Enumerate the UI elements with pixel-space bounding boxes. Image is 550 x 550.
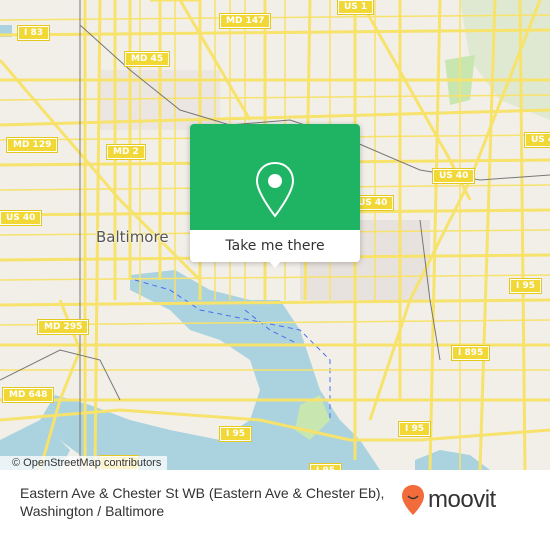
route-shield: US 40 [431, 168, 476, 184]
route-shield: I 95 [218, 426, 253, 442]
route-shield: US 40 [0, 210, 43, 226]
route-shield: I 895 [450, 345, 491, 361]
footer: Eastern Ave & Chester St WB (Eastern Ave… [0, 470, 550, 550]
stop-name: Eastern Ave & Chester St WB (Eastern Ave… [20, 485, 385, 519]
map[interactable]: I 83 MD 147 US 1 MD 45 MD 129 MD 2 US 40… [0, 0, 550, 470]
route-shield: MD 648 [1, 387, 55, 403]
route-shield: I 83 [16, 25, 51, 41]
route-shield: I 95 [397, 421, 432, 437]
route-shield: US 40 [523, 132, 550, 148]
location-popup: Take me there [190, 124, 360, 262]
route-shield: MD 2 [106, 144, 146, 160]
map-attribution[interactable]: © OpenStreetMap contributors [0, 456, 168, 470]
city-label: Baltimore [96, 228, 169, 246]
popup-pointer [268, 260, 282, 268]
route-shield: MD 295 [36, 319, 90, 335]
moovit-pin-icon [402, 485, 424, 515]
route-shield: MD 147 [218, 13, 272, 29]
route-shield: I 95 [508, 278, 543, 294]
brand-name: moovit [428, 486, 496, 513]
route-shield: MD 45 [123, 51, 171, 67]
take-me-there-button[interactable]: Take me there [190, 230, 360, 262]
location-pin-icon [255, 161, 295, 218]
popup-header [190, 124, 360, 230]
route-shield: US 1 [336, 0, 375, 15]
moovit-logo: moovit [400, 480, 496, 520]
route-shield: MD 129 [5, 137, 59, 153]
